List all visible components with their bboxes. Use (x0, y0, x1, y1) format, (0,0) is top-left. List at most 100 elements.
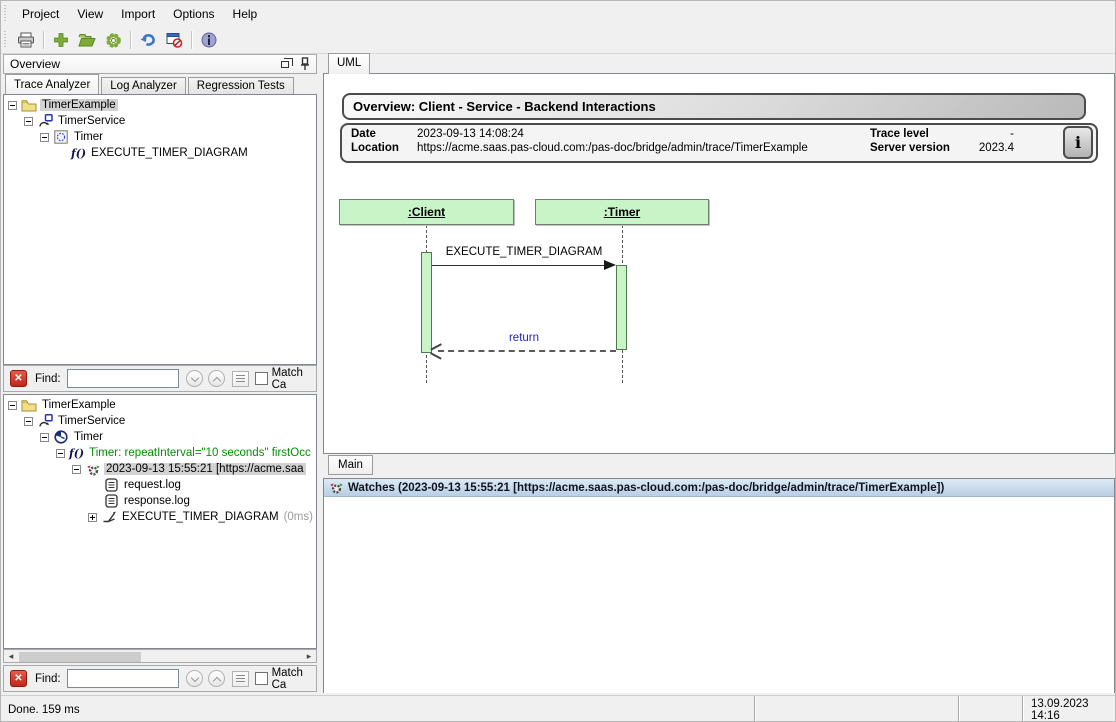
restore-icon (281, 61, 289, 68)
find-options-button[interactable] (232, 671, 249, 687)
tree-node-execute-timer-diagram[interactable]: EXECUTE_TIMER_DIAGRAM (0ms) (4, 509, 316, 525)
menu-import[interactable]: Import (112, 4, 164, 24)
message-label: EXECUTE_TIMER_DIAGRAM (432, 246, 616, 258)
tab-regression-tests[interactable]: Regression Tests (188, 77, 294, 94)
status-bar: Done. 159 ms 13.09.2023 14:16 (1, 695, 1116, 722)
menu-view[interactable]: View (68, 4, 112, 24)
tree-node-label: TimerExample (40, 99, 118, 111)
scroll-right-arrow[interactable]: ▸ (302, 650, 316, 662)
tree-node-timerservice[interactable]: TimerService (4, 113, 316, 129)
find-next-button[interactable] (186, 370, 203, 387)
tree-node-timerexample[interactable]: TimerExample (4, 97, 316, 113)
tree-node-label: EXECUTE_TIMER_DIAGRAM (120, 511, 281, 523)
new-project-button[interactable] (49, 29, 73, 51)
tab-log-analyzer[interactable]: Log Analyzer (101, 77, 186, 94)
find-input[interactable] (67, 369, 179, 388)
folder-icon (21, 398, 37, 413)
tree-node-response-log[interactable]: response.log (4, 493, 316, 509)
find-bar: ✕ Find: Match Ca (3, 665, 317, 692)
print-button[interactable] (14, 29, 38, 51)
find-input[interactable] (67, 669, 179, 688)
log-file-icon (103, 478, 119, 493)
collapse-icon[interactable] (8, 101, 17, 110)
scroll-left-arrow[interactable]: ◂ (4, 650, 18, 662)
diagram-fork-icon (101, 510, 117, 525)
tree-node-timer-trigger[interactable]: f() Timer: repeatInterval="10 seconds" f… (4, 445, 316, 461)
status-message: Done. 159 ms (1, 696, 754, 722)
function-icon: f() (71, 147, 86, 160)
tree-node-timer[interactable]: Timer (4, 129, 316, 145)
menu-project[interactable]: Project (13, 4, 68, 24)
tree-node-request-log[interactable]: request.log (4, 477, 316, 493)
collapse-icon[interactable] (8, 401, 17, 410)
open-project-button[interactable] (75, 29, 99, 51)
settings-button[interactable] (101, 29, 125, 51)
find-bar: ✕ Find: Match Ca (3, 365, 317, 392)
server-version-label: Server version (870, 142, 962, 154)
trace-level-value: - (962, 128, 1014, 140)
analyzer-tab-strip: Trace Analyzer Log Analyzer Regression T… (5, 74, 317, 94)
message-arrowhead-icon (604, 260, 616, 270)
collapse-icon[interactable] (40, 133, 49, 142)
tree-node-label: TimerService (56, 415, 127, 427)
menu-grip (4, 5, 9, 23)
find-label: Find: (35, 673, 61, 685)
menu-options[interactable]: Options (164, 4, 223, 24)
pin-panel-button[interactable] (296, 56, 314, 72)
tree-node-timerexample[interactable]: TimerExample (4, 397, 316, 413)
toolbar-separator (130, 31, 131, 49)
match-case-label: Match Ca (272, 667, 316, 691)
menu-help[interactable]: Help (224, 4, 267, 24)
match-case-checkbox[interactable] (255, 672, 268, 685)
collapse-icon[interactable] (40, 433, 49, 442)
toolbar (1, 27, 1116, 54)
duration-label: (0ms) (284, 511, 313, 523)
find-previous-button[interactable] (208, 370, 225, 387)
server-version-value: 2023.4 (962, 142, 1014, 154)
diagram-title: Overview: Client - Service - Backend Int… (342, 93, 1086, 120)
tree-node-label: response.log (122, 495, 192, 507)
plus-icon (53, 32, 69, 48)
log-file-icon (103, 494, 119, 509)
tree-node-label: Timer (72, 131, 105, 143)
collapse-icon[interactable] (24, 117, 33, 126)
lifeline-head-timer: :Timer (535, 199, 709, 225)
tree-node-execute-timer-diagram[interactable]: f() EXECUTE_TIMER_DIAGRAM (4, 145, 316, 161)
info-button[interactable] (197, 29, 221, 51)
chevron-up-icon (212, 677, 220, 685)
close-find-button[interactable]: ✕ (10, 370, 27, 387)
status-segment (756, 696, 958, 722)
chevron-down-icon (190, 674, 198, 682)
undo-button[interactable] (136, 29, 160, 51)
tab-trace-analyzer[interactable]: Trace Analyzer (5, 74, 99, 94)
close-find-button[interactable]: ✕ (10, 670, 27, 687)
tree-node-label: Timer (72, 431, 105, 443)
pin-icon (300, 57, 310, 71)
float-panel-button[interactable] (276, 56, 294, 72)
find-next-button[interactable] (186, 670, 203, 687)
gear-trace-icon (85, 462, 101, 477)
disable-trace-button[interactable] (162, 29, 186, 51)
status-segment (960, 696, 1022, 722)
tab-uml[interactable]: UML (328, 53, 370, 74)
tree-node-label: TimerExample (40, 399, 118, 411)
match-case-checkbox[interactable] (255, 372, 268, 385)
tree-node-timerservice[interactable]: TimerService (4, 413, 316, 429)
expand-icon[interactable] (88, 513, 97, 522)
scrollbar-thumb[interactable] (19, 652, 141, 662)
find-options-button[interactable] (232, 371, 249, 387)
uml-diagram-panel: Overview: Client - Service - Backend Int… (323, 73, 1115, 454)
info-detail-button[interactable]: i (1063, 126, 1093, 159)
message-arrow (432, 265, 605, 266)
watches-header[interactable]: Watches (2023-09-13 15:55:21 [https://ac… (324, 479, 1114, 497)
collapse-icon[interactable] (24, 417, 33, 426)
tree-node-label: request.log (122, 479, 183, 491)
horizontal-scrollbar[interactable]: ◂ ▸ (3, 649, 317, 663)
tree-node-trace-timestamp[interactable]: 2023-09-13 15:55:21 [https://acme.saa (4, 461, 316, 477)
collapse-icon[interactable] (56, 449, 65, 458)
tree-node-timer[interactable]: Timer (4, 429, 316, 445)
date-value: 2023-09-13 14:08:24 (417, 128, 808, 140)
collapse-icon[interactable] (72, 465, 81, 474)
tab-main[interactable]: Main (328, 455, 373, 475)
find-previous-button[interactable] (208, 670, 225, 687)
